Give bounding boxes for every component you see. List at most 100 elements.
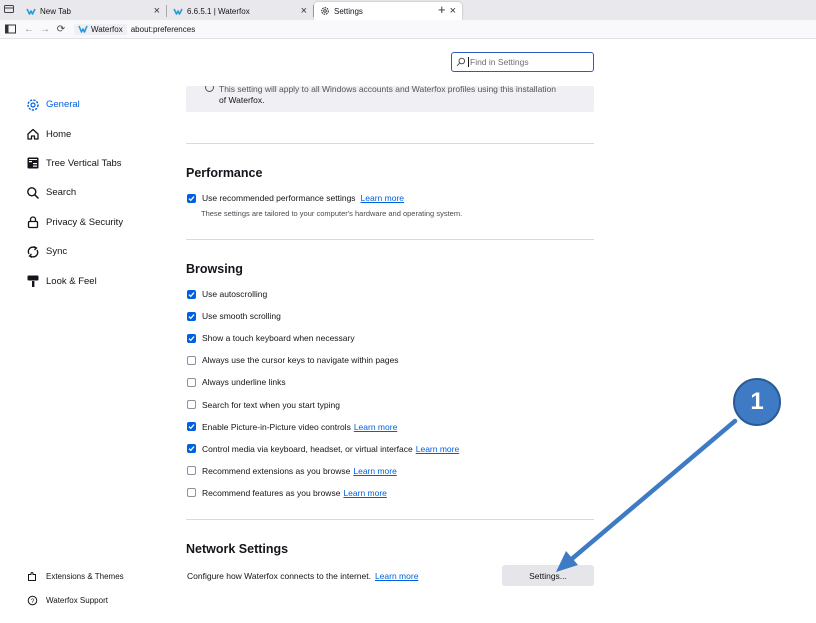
checkbox-checked[interactable] bbox=[187, 422, 196, 432]
sidebar-item-label: Look & Feel bbox=[46, 275, 97, 287]
close-icon[interactable]: × bbox=[301, 5, 307, 17]
checkbox-label: Use autoscrolling bbox=[202, 289, 268, 299]
sidebar-item-label: Tree Vertical Tabs bbox=[46, 157, 122, 169]
install-scope-notice: This setting will apply to all Windows a… bbox=[186, 86, 594, 112]
checkbox-unchecked[interactable] bbox=[187, 355, 196, 365]
close-icon[interactable]: × bbox=[450, 5, 456, 17]
sidebar-item-label: Search bbox=[46, 187, 77, 199]
performance-heading: Performance bbox=[186, 166, 263, 180]
section-divider bbox=[186, 239, 594, 240]
sidebar-item-privacy[interactable]: Privacy & Security bbox=[26, 208, 176, 237]
checkbox-label: Use recommended performance settings bbox=[202, 193, 356, 203]
learn-more-link[interactable]: Learn more bbox=[375, 571, 418, 581]
waterfox-logo-icon bbox=[173, 8, 183, 15]
checkbox-unchecked[interactable] bbox=[187, 488, 196, 498]
sidebar-extensions-themes[interactable]: Extensions & Themes bbox=[27, 571, 177, 582]
sidebar-item-home[interactable]: Home bbox=[26, 119, 176, 148]
tab-strip: New Tab × 6.6.5.1 | Waterfox × Settings … bbox=[0, 0, 816, 20]
browsing-option-7[interactable]: Control media via keyboard, headset, or … bbox=[187, 444, 459, 454]
section-divider bbox=[186, 519, 594, 520]
browsing-option-6[interactable]: Enable Picture-in-Picture video controls… bbox=[187, 422, 397, 432]
performance-recommended-checkbox[interactable]: Use recommended performance settings Lea… bbox=[187, 193, 404, 203]
settings-sidebar: General Home Tree Vertical Tabs Search P… bbox=[26, 90, 176, 296]
checkbox-label: Show a touch keyboard when necessary bbox=[202, 333, 355, 344]
tab-new-tab[interactable]: New Tab × bbox=[20, 2, 167, 20]
browsing-option-8[interactable]: Recommend extensions as you browse Learn … bbox=[187, 466, 397, 476]
search-placeholder: Find in Settings bbox=[470, 57, 529, 67]
new-tab-button[interactable]: + bbox=[438, 3, 446, 17]
sidebar-waterfox-support[interactable]: ? Waterfox Support bbox=[27, 595, 177, 606]
learn-more-link[interactable]: Learn more bbox=[416, 444, 459, 454]
checkbox-label: Use smooth scrolling bbox=[202, 311, 281, 322]
checkbox-label: Recommend extensions as you browse bbox=[202, 465, 351, 476]
sidebar-item-general[interactable]: General bbox=[26, 90, 176, 119]
browsing-option-9[interactable]: Recommend features as you browse Learn mo… bbox=[187, 488, 387, 498]
checkbox-label: Control media via keyboard, headset, or … bbox=[202, 443, 413, 454]
network-settings-heading: Network Settings bbox=[186, 542, 289, 556]
search-icon bbox=[456, 57, 466, 67]
tab-title: 6.6.5.1 | Waterfox bbox=[187, 6, 250, 16]
checkbox-unchecked[interactable] bbox=[187, 400, 196, 409]
performance-hint: These settings are tailored to your comp… bbox=[201, 209, 463, 218]
browsing-option-1[interactable]: Use smooth scrolling bbox=[187, 311, 281, 321]
url-bar[interactable]: Waterfox about:preferences bbox=[74, 23, 196, 35]
tab-list-icon[interactable] bbox=[3, 3, 17, 17]
browsing-option-3[interactable]: Always use the cursor keys to navigate w… bbox=[187, 355, 399, 365]
checkbox-checked[interactable] bbox=[187, 193, 196, 203]
checkbox-checked[interactable] bbox=[187, 311, 196, 321]
browsing-option-5[interactable]: Search for text when you start typing bbox=[187, 400, 340, 410]
learn-more-link[interactable]: Learn more bbox=[361, 193, 404, 203]
sidebar-item-search[interactable]: Search bbox=[26, 178, 176, 207]
checkbox-label: Search for text when you start typing bbox=[202, 399, 340, 410]
url-text: about:preferences bbox=[130, 24, 196, 34]
sync-icon bbox=[27, 245, 39, 258]
section-divider bbox=[186, 143, 594, 144]
sidebar-item-look-and-feel[interactable]: Look & Feel bbox=[26, 266, 176, 295]
sidebar-item-tree-vertical-tabs[interactable]: Tree Vertical Tabs bbox=[26, 149, 176, 178]
learn-more-link[interactable]: Learn more bbox=[343, 488, 386, 498]
forward-arrow-icon[interactable]: → bbox=[38, 22, 52, 36]
text-cursor bbox=[468, 57, 469, 67]
sidebar-item-sync[interactable]: Sync bbox=[26, 237, 176, 266]
checkbox-label: Enable Picture-in-Picture video controls bbox=[202, 421, 351, 432]
checkbox-checked[interactable] bbox=[187, 289, 196, 299]
browsing-option-0[interactable]: Use autoscrolling bbox=[187, 289, 267, 299]
sidebar-item-label: Sync bbox=[46, 246, 68, 258]
close-icon[interactable]: × bbox=[154, 5, 160, 17]
sidebar-item-label: Privacy & Security bbox=[46, 216, 124, 228]
learn-more-link[interactable]: Learn more bbox=[354, 422, 397, 432]
gear-icon bbox=[27, 98, 39, 111]
checkbox-checked[interactable] bbox=[187, 333, 196, 343]
browsing-option-4[interactable]: Always underline links bbox=[187, 377, 286, 387]
sidebar-item-label: Home bbox=[46, 128, 72, 140]
checkbox-label: Recommend features as you browse bbox=[202, 487, 341, 498]
search-icon bbox=[27, 186, 40, 199]
browsing-option-2[interactable]: Show a touch keyboard when necessary bbox=[187, 333, 355, 343]
checkbox-checked[interactable] bbox=[187, 444, 196, 454]
network-settings-button[interactable]: Settings... bbox=[502, 565, 594, 586]
learn-more-link[interactable]: Learn more bbox=[353, 466, 396, 476]
radio-button[interactable] bbox=[205, 86, 214, 92]
sidebar-item-label: Extensions & Themes bbox=[46, 572, 124, 581]
tab-waterfox[interactable]: 6.6.5.1 | Waterfox × bbox=[167, 2, 314, 20]
lock-icon bbox=[27, 216, 39, 229]
gear-icon bbox=[321, 7, 329, 15]
reload-icon[interactable]: ⟳ bbox=[54, 22, 68, 36]
search-input[interactable]: Find in Settings bbox=[451, 52, 594, 72]
site-identity[interactable]: Waterfox bbox=[74, 23, 127, 35]
site-name: Waterfox bbox=[91, 24, 123, 34]
home-icon bbox=[27, 128, 39, 140]
checkbox-label: Always use the cursor keys to navigate w… bbox=[202, 355, 399, 366]
tab-title: New Tab bbox=[40, 6, 71, 16]
annotation-badge: 1 bbox=[733, 378, 781, 426]
tree-tabs-icon bbox=[27, 157, 39, 169]
svg-text:?: ? bbox=[31, 598, 35, 605]
paint-roller-icon bbox=[27, 275, 39, 288]
back-arrow-icon[interactable]: ← bbox=[22, 22, 36, 36]
checkbox-unchecked[interactable] bbox=[187, 377, 196, 387]
checkbox-unchecked[interactable] bbox=[187, 466, 196, 476]
navigation-bar: ← → ⟳ Waterfox about:preferences bbox=[0, 20, 816, 39]
network-description-row: Configure how Waterfox connects to the i… bbox=[187, 571, 418, 581]
checkbox-label: Always underline links bbox=[202, 377, 286, 388]
sidebar-toggle-icon[interactable] bbox=[3, 22, 17, 36]
